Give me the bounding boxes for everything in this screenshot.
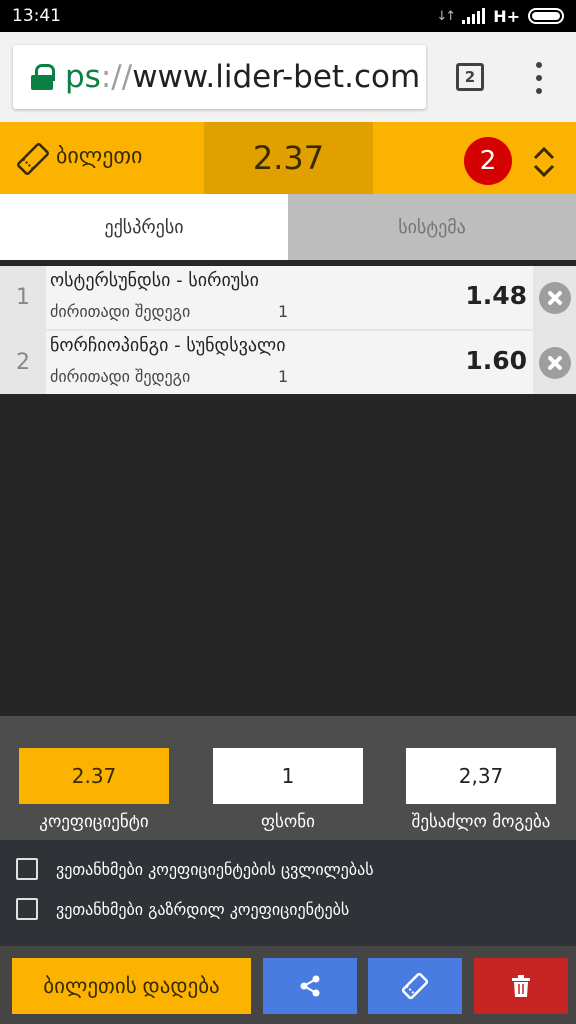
bet-details: ოსტერსუნდსი - სირიუსი ძირითადი შედეგი 1 … [46,266,533,329]
signal-icon [462,8,486,24]
bet-pick: 1 [278,367,289,386]
accept-odds-change-option[interactable]: ვეთანხმები კოეფიციენტების ცვლილებას [16,858,374,880]
option-label: ვეთანხმები გაზრდილ კოეფიციენტებს [56,899,350,919]
lock-icon [31,64,55,90]
bet-odd: 1.60 [465,346,527,375]
bet-type-tabs: ექსპრესი სისტემა [0,194,576,260]
url-scheme: ps [65,59,101,95]
url-separator: :// [100,59,133,95]
ticket-summary: 2.37 კოეფიციენტი 1 ფსონი 2,37 შესაძლო მო… [0,716,576,840]
bet-odd: 1.48 [465,281,527,310]
bet-row: 2 ნორჩიოპინგი - სუნდსვალი ძირითადი შედეგ… [0,331,576,394]
tab-system[interactable]: სისტემა [288,194,576,260]
status-time: 13:41 [12,6,61,26]
ticket-icon [17,143,49,175]
ticket-button[interactable] [368,958,462,1014]
ticket-icon [401,972,429,1000]
bet-list: 1 ოსტერსუნდსი - სირიუსი ძირითადი შედეგი … [0,266,576,394]
battery-icon [528,8,564,24]
data-transfer-icon: ↓↑ [436,8,456,24]
bet-match: ოსტერსუნდსი - სირიუსი [50,270,259,291]
bet-row: 1 ოსტერსუნდსი - სირიუსი ძირითადი შედეგი … [0,266,576,329]
bet-pick: 1 [278,302,289,321]
bet-details: ნორჩიოპინგი - სუნდსვალი ძირითადი შედეგი … [46,331,533,394]
bet-index: 2 [16,350,30,375]
tab-express[interactable]: ექსპრესი [0,194,288,260]
browser-toolbar: ps://www.lider-bet.com 2 [0,32,576,122]
share-icon [300,975,320,997]
trash-icon [512,975,530,997]
bet-match: ნორჩიოპინგი - სუნდსვალი [50,335,286,356]
accept-odds-change-checkbox[interactable] [16,858,38,880]
stake-input[interactable]: 1 [213,748,363,804]
ticket-actions: ბილეთის დადება [0,946,576,1024]
accept-higher-odds-option[interactable]: ვეთანხმები გაზრდილ კოეფიციენტებს [16,898,349,920]
ticket-total-odds: 2.37 [204,122,373,194]
summary-stake-label: ფსონი [261,812,315,832]
remove-bet-icon[interactable] [539,347,571,379]
tab-switcher-button[interactable]: 2 [456,63,484,91]
summary-win-label: შესაძლო მოგება [411,812,551,832]
share-button[interactable] [263,958,357,1014]
delete-button[interactable] [474,958,568,1014]
url-bar[interactable]: ps://www.lider-bet.com [13,45,426,109]
ticket-title: ბილეთი [56,144,143,169]
remove-bet-icon[interactable] [539,282,571,314]
chevron-up-down-icon[interactable] [532,144,556,180]
status-icons: ↓↑ H+ [436,7,564,26]
possible-win-value: 2,37 [406,748,556,804]
network-type: H+ [493,6,520,26]
url-host: www.lider-bet.com [132,59,421,95]
summary-odds-value: 2.37 [19,748,169,804]
more-menu-icon[interactable] [530,62,548,94]
place-bet-button[interactable]: ბილეთის დადება [12,958,251,1014]
bet-market: ძირითადი შედეგი [50,367,191,386]
ticket-count-badge: 2 [464,137,512,185]
summary-odds-label: კოეფიციენტი [39,812,149,832]
accept-higher-odds-checkbox[interactable] [16,898,38,920]
bet-market: ძირითადი შედეგი [50,302,191,321]
ticket-options: ვეთანხმები კოეფიციენტების ცვლილებას ვეთა… [0,840,576,946]
bet-index: 1 [16,285,30,310]
status-bar: 13:41 ↓↑ H+ [0,0,576,32]
option-label: ვეთანხმები კოეფიციენტების ცვლილებას [56,859,374,879]
